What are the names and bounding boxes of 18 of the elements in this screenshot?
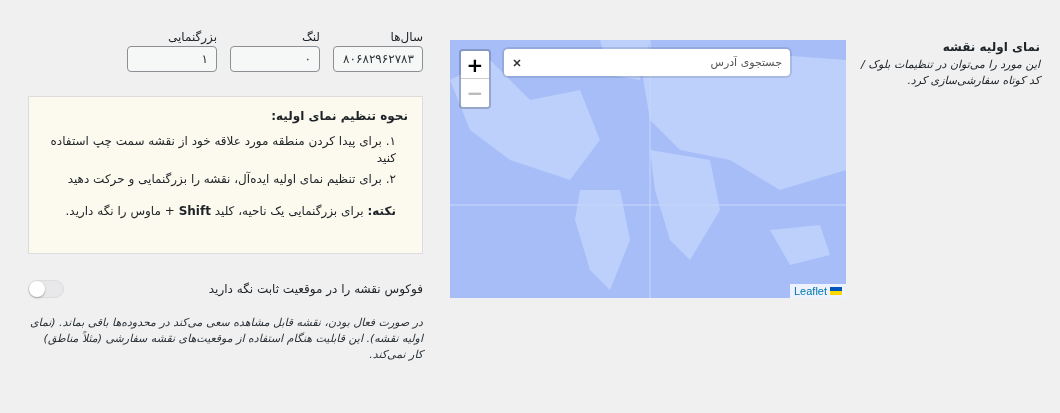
toggle-switch[interactable] — [28, 280, 64, 298]
field-label: بزرگنمایی — [166, 30, 217, 44]
address-search-field[interactable]: جستجوی آدرس — [504, 49, 790, 76]
setting-description: این مورد را می‌توان در تنظیمات بلوک / کد کوتاه سفارشی‌سازی کرد. — [859, 57, 1040, 89]
clear-icon[interactable] — [513, 59, 521, 67]
help-text: در صورت فعال بودن، نقشه قابل مشاهده سعی می‌کند در محدوده‌ها باقی بماند. (نمای اولیه نقشه). این قابلیت هنگام استفاده از موقعیت‌های نقشه سفارشی (مثلاً مناطق) کار نمی‌کند. — [28, 315, 423, 363]
instruction-step: ۲. برای تنظیم نمای اولیه ایده‌آل، نقشه را بزرگنمایی و حرکت دهید — [43, 171, 408, 188]
field-label: لنگ — [300, 30, 320, 44]
input-field[interactable]: ۰ — [230, 46, 320, 72]
flag-icon — [830, 287, 842, 295]
field-label: سال‌ها — [389, 30, 423, 44]
input-field[interactable]: ۱ — [127, 46, 217, 72]
toggle-label: فوکوس نقشه را در موقعیت ثابت نگه دارید — [208, 282, 423, 296]
zoom-in-button[interactable]: + — [461, 51, 489, 79]
instructions-title: نحوه تنظیم نمای اولیه: — [270, 109, 408, 123]
setting-title: نمای اولیه نقشه — [941, 40, 1040, 54]
instruction-step: ۱. برای پیدا کردن منطقه مورد علاقه خود از نقشه سمت چپ استفاده کنید — [43, 133, 408, 167]
input-field[interactable]: ۸۰۶۸۲۹۶۲۷۸۳ — [333, 46, 423, 72]
